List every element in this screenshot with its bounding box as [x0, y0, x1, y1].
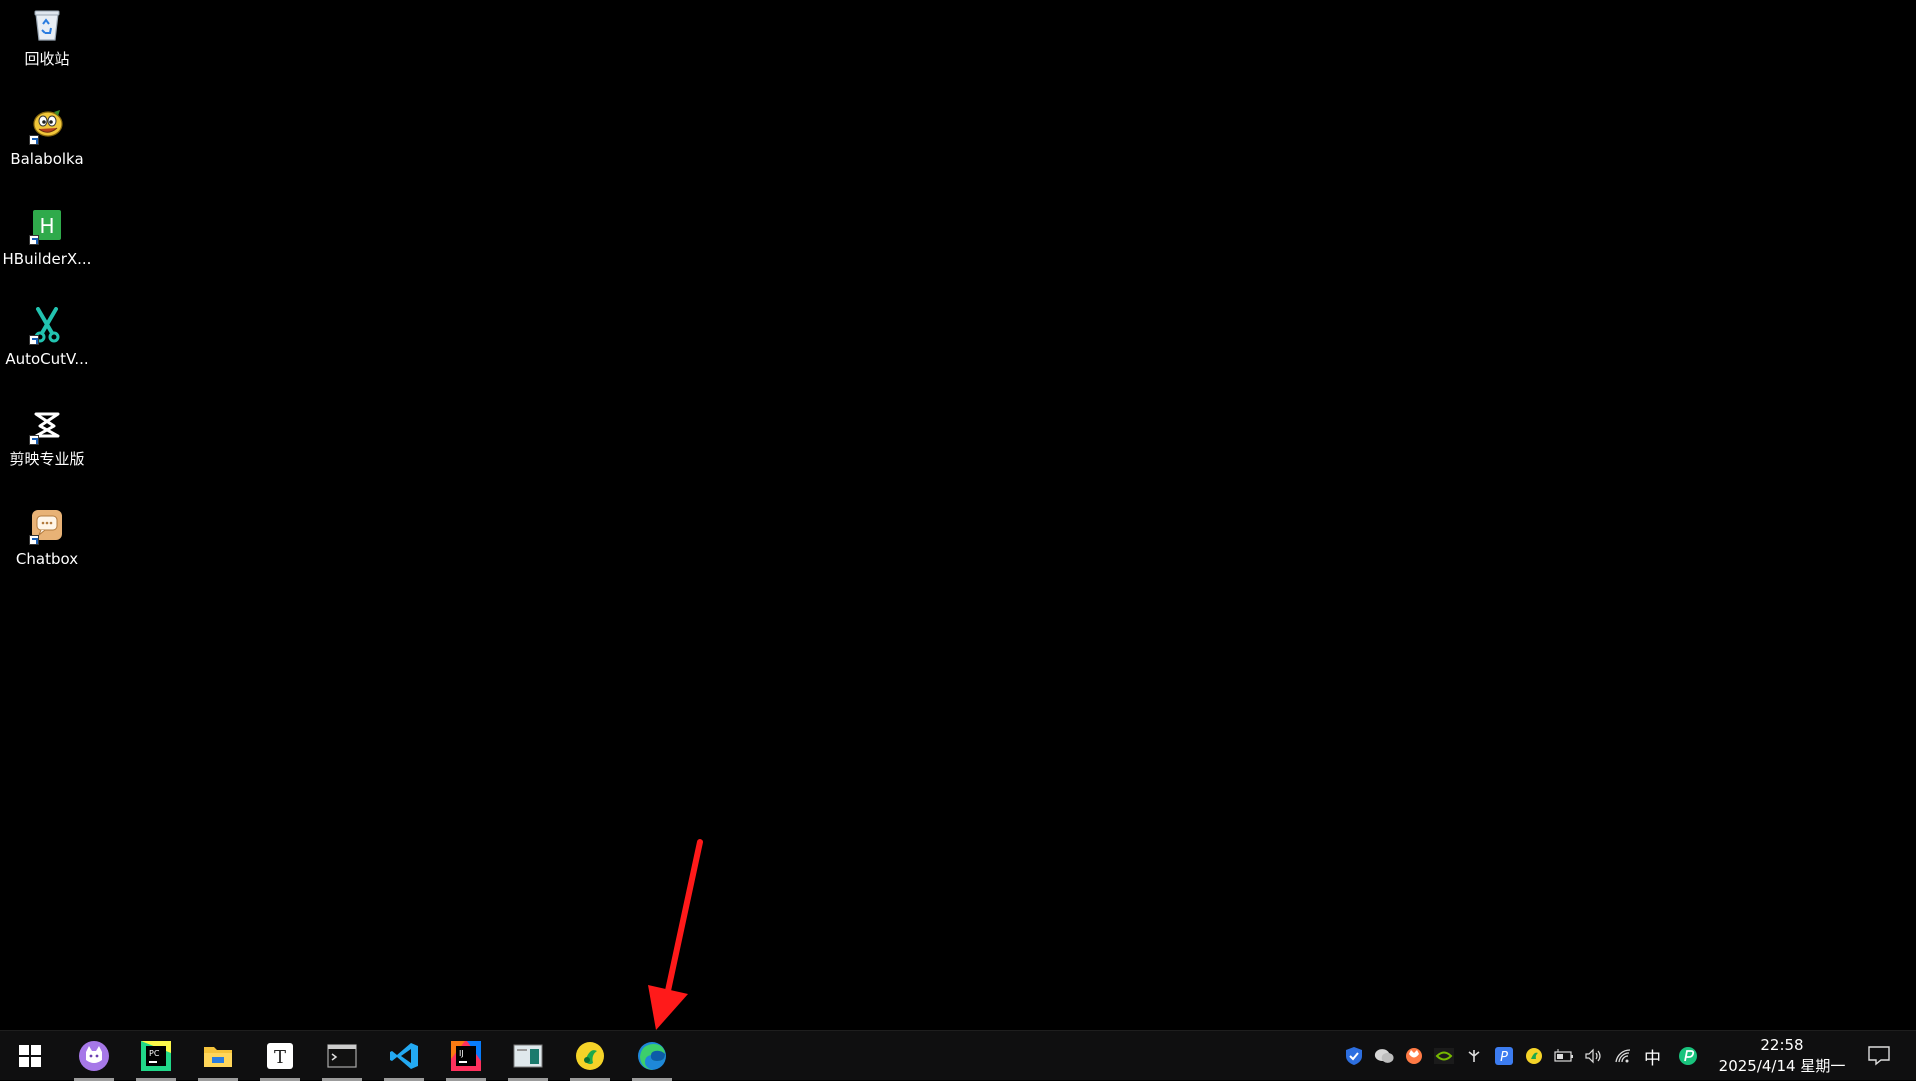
notification-center-button[interactable]: [1864, 1041, 1894, 1071]
svg-text:P: P: [1500, 1050, 1508, 1065]
wechat-icon[interactable]: [1374, 1046, 1394, 1066]
desktop-icon-label: HBuilderX...: [2, 250, 92, 268]
paypal-p-icon[interactable]: P: [1494, 1046, 1514, 1066]
wifi-icon[interactable]: [1614, 1046, 1634, 1066]
taskbar-app-file-explorer[interactable]: [192, 1031, 244, 1081]
taskbar-app-music[interactable]: [564, 1031, 616, 1081]
desktop-icon-label: AutoCutV...: [5, 350, 89, 368]
cat-app-icon: [79, 1041, 109, 1071]
clock-date: 2025/4/14 星期一: [1718, 1057, 1846, 1075]
capcut-icon: [28, 406, 66, 445]
desktop-icon-label: 剪映专业版: [9, 450, 85, 468]
svg-text:H: H: [39, 214, 54, 238]
shortcut-arrow-icon: [29, 535, 39, 545]
desktop-icon-balabolka[interactable]: Balabolka: [0, 100, 94, 196]
shortcut-arrow-icon: [29, 335, 39, 345]
ime-indicator[interactable]: 中: [1644, 1044, 1661, 1069]
desktop-icon-label: 回收站: [24, 50, 70, 68]
shortcut-arrow-icon: [29, 435, 39, 445]
hbuilderx-icon: H: [28, 206, 66, 245]
taskbar: PC T IJ P 中 22:58 2025/4/14 星期一: [0, 1030, 1916, 1081]
desktop: 回收站 Balabolka H HBuilderX... AutoCutV...…: [0, 0, 1916, 1030]
recycle-bin-icon: [28, 6, 66, 44]
start-button[interactable]: [4, 1031, 56, 1081]
typora-icon: T: [267, 1043, 293, 1069]
security-shield-icon[interactable]: [1344, 1046, 1364, 1066]
battery-icon[interactable]: [1554, 1046, 1574, 1066]
taskbar-app-edge[interactable]: [626, 1031, 678, 1081]
chatbox-icon: [28, 506, 66, 545]
taskbar-app-terminal[interactable]: [316, 1031, 368, 1081]
desktop-icon-label: Balabolka: [10, 150, 84, 168]
taskbar-app-window[interactable]: [502, 1031, 554, 1081]
taskbar-app-cat[interactable]: [68, 1031, 120, 1081]
windows-start-icon: [19, 1045, 41, 1067]
music-tray-icon[interactable]: [1524, 1046, 1544, 1066]
notification-icon: [1868, 1046, 1890, 1066]
pycharm-icon: PC: [141, 1041, 171, 1071]
svg-text:PC: PC: [149, 1049, 160, 1058]
system-clock[interactable]: 22:58 2025/4/14 星期一: [1712, 1035, 1852, 1077]
vscode-icon: [390, 1043, 418, 1069]
shortcut-arrow-icon: [29, 235, 39, 245]
network-share-icon[interactable]: [1464, 1046, 1484, 1066]
folder-icon: [204, 1047, 232, 1067]
window-app-icon: [513, 1044, 543, 1068]
proxy-app-icon[interactable]: [1678, 1046, 1698, 1066]
clock-time: 22:58: [1760, 1036, 1804, 1054]
taskbar-app-typora[interactable]: T: [254, 1031, 306, 1081]
desktop-icon-autocut[interactable]: AutoCutV...: [0, 300, 94, 396]
taskbar-app-vscode[interactable]: [378, 1031, 430, 1081]
nvidia-icon[interactable]: [1434, 1046, 1454, 1066]
volume-icon[interactable]: [1584, 1046, 1604, 1066]
shortcut-arrow-icon: [29, 135, 39, 145]
svg-text:IJ: IJ: [459, 1049, 464, 1058]
terminal-icon: [327, 1044, 357, 1068]
taskbar-app-pycharm[interactable]: PC: [130, 1031, 182, 1081]
desktop-icon-hbuilderx[interactable]: H HBuilderX...: [0, 200, 94, 296]
music-icon: [576, 1042, 604, 1070]
desktop-icon-chatbox[interactable]: Chatbox: [0, 500, 94, 596]
intellij-icon: IJ: [451, 1041, 481, 1071]
balabolka-icon: [28, 106, 66, 145]
desktop-icon-label: Chatbox: [15, 550, 79, 568]
taskbar-app-intellij[interactable]: IJ: [440, 1031, 492, 1081]
desktop-icon-recycle-bin[interactable]: 回收站: [0, 0, 94, 96]
desktop-icon-capcut[interactable]: 剪映专业版: [0, 400, 94, 496]
edge-icon: [638, 1042, 666, 1070]
autocut-icon: [28, 306, 66, 345]
svg-text:T: T: [274, 1047, 286, 1068]
fox-app-icon[interactable]: [1404, 1046, 1424, 1066]
